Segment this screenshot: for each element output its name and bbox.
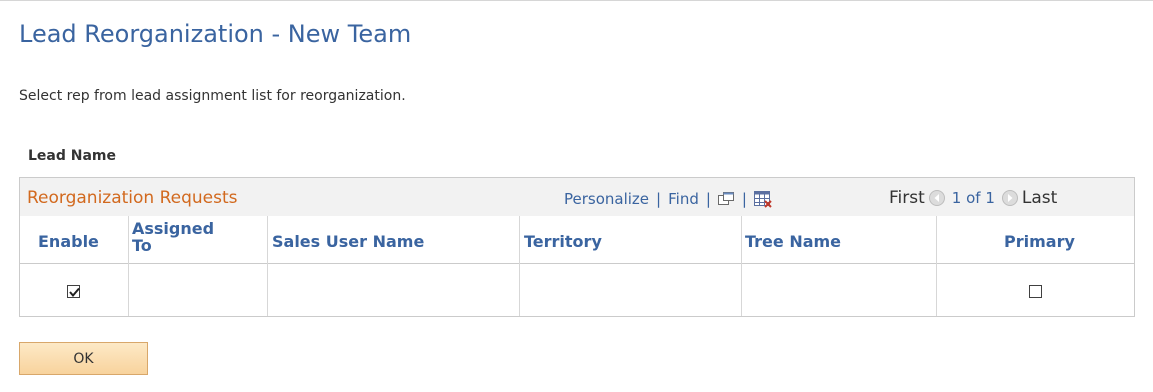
territory-cell	[520, 264, 742, 316]
column-header-enable[interactable]: Enable	[20, 216, 129, 264]
column-header-tree-name[interactable]: Tree Name	[742, 216, 937, 264]
previous-arrow-icon[interactable]	[928, 190, 945, 206]
column-header-label: Tree Name	[745, 232, 842, 251]
enable-checkbox[interactable]	[67, 285, 80, 298]
separator: |	[656, 190, 662, 208]
column-header-territory[interactable]: Territory	[520, 216, 742, 264]
download-excel-icon[interactable]	[753, 190, 772, 208]
lead-name-label: Lead Name	[28, 148, 117, 164]
column-header-sales-user-name[interactable]: Sales User Name	[268, 216, 520, 264]
separator: |	[741, 190, 747, 208]
reorganization-requests-grid: Reorganization Requests Personalize | Fi…	[19, 177, 1135, 317]
column-header-primary[interactable]: Primary	[937, 216, 1134, 264]
column-header-assigned-to[interactable]: Assigned To	[129, 216, 268, 264]
page-count: 1 of 1	[951, 189, 995, 207]
zoom-window-icon[interactable]	[717, 192, 735, 206]
column-header-label: Enable	[38, 232, 99, 251]
enable-cell	[20, 264, 129, 316]
column-header-label: Sales User Name	[272, 232, 425, 251]
column-header-row: Enable Assigned To Sales User Name Terri…	[20, 216, 1134, 264]
top-border	[0, 0, 1153, 1]
grid-header: Reorganization Requests Personalize | Fi…	[20, 178, 1134, 216]
separator: |	[705, 190, 711, 208]
page-title: Lead Reorganization - New Team	[19, 20, 412, 48]
grid-pagination: First 1 of 1 Last	[889, 188, 1057, 208]
ok-button[interactable]: OK	[19, 342, 148, 375]
column-header-label: To	[132, 236, 152, 255]
personalize-link[interactable]: Personalize	[564, 190, 649, 208]
column-header-label: Primary	[1004, 232, 1075, 251]
column-header-label: Territory	[524, 232, 602, 251]
grid-title: Reorganization Requests	[27, 188, 238, 208]
next-arrow-icon[interactable]	[1001, 190, 1018, 206]
column-header-label: Assigned	[132, 219, 215, 238]
find-link[interactable]: Find	[668, 190, 699, 208]
sales-user-name-cell	[268, 264, 520, 316]
instruction-text: Select rep from lead assignment list for…	[19, 88, 406, 104]
assigned-to-cell	[129, 264, 268, 316]
tree-name-cell	[742, 264, 937, 316]
primary-checkbox[interactable]	[1029, 285, 1042, 298]
table-row	[20, 264, 1134, 316]
grid-toolbar: Personalize | Find | |	[564, 190, 772, 208]
primary-cell	[937, 264, 1134, 316]
first-label: First	[889, 188, 925, 208]
last-label: Last	[1021, 188, 1058, 208]
